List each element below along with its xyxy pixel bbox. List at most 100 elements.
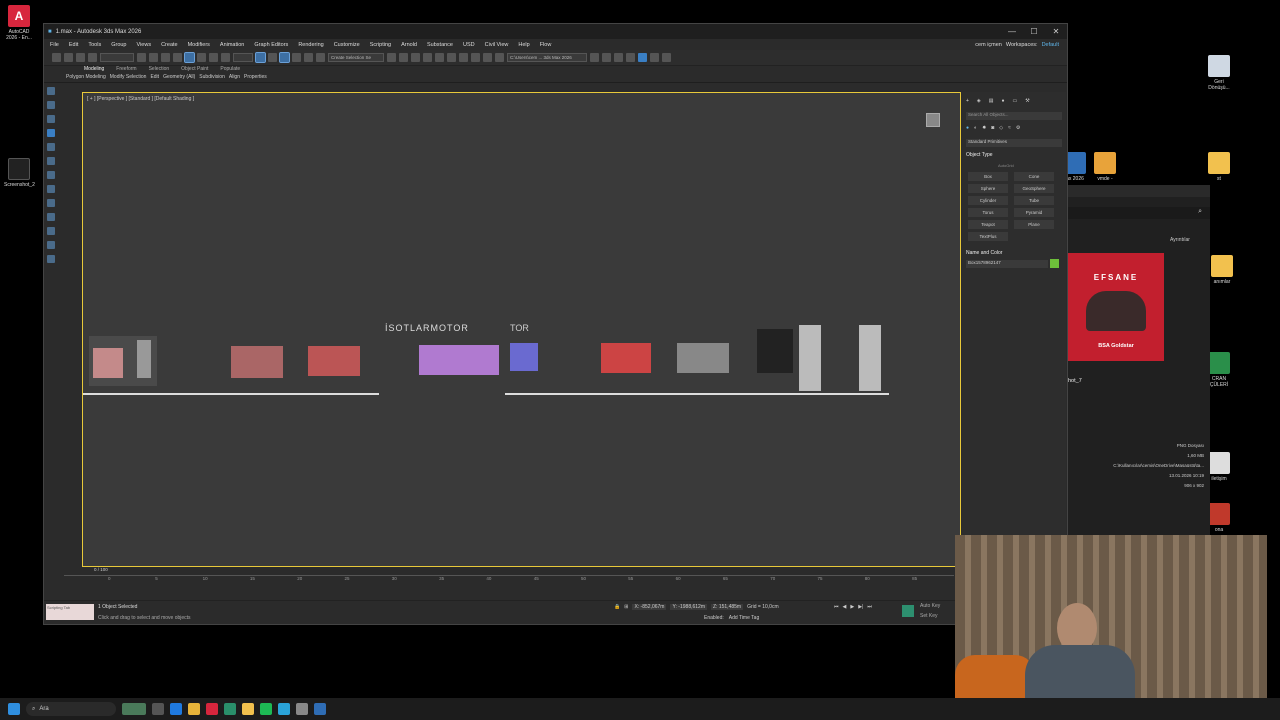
material-editor-icon[interactable]: [459, 53, 468, 62]
scene-explorer-icon[interactable]: [423, 53, 432, 62]
menu-tools[interactable]: Tools: [88, 42, 101, 48]
ribbon-tab-modeling[interactable]: Modeling: [84, 66, 104, 74]
menu-arnold[interactable]: Arnold: [401, 42, 417, 48]
pyramid-button[interactable]: Pyramid: [1014, 208, 1054, 217]
scene-explorer-tool-icon[interactable]: [47, 87, 55, 95]
ribbon-subdivision[interactable]: Subdivision: [199, 74, 225, 82]
recycle-bin-desktop-icon[interactable]: Geri Dönüşü...: [1204, 55, 1234, 91]
geosphere-button[interactable]: GeoSphere: [1014, 184, 1054, 193]
autogrid-checkbox[interactable]: AutoGrid: [998, 163, 1014, 168]
project-path-field[interactable]: C:\Users\cem ... 3ds Max 2026: [507, 53, 587, 62]
ribbon-edit[interactable]: Edit: [150, 74, 159, 82]
schematic-icon[interactable]: [447, 53, 456, 62]
maxscript-mini-listener[interactable]: Scripting Tab: [46, 604, 94, 620]
menu-graph-editors[interactable]: Graph Editors: [254, 42, 288, 48]
cameras-icon[interactable]: ◙: [991, 125, 994, 134]
screenshot-desktop-icon[interactable]: Screenshot_2: [4, 158, 35, 188]
time-slider-label[interactable]: 0 / 100: [94, 567, 108, 572]
object-type-rollout-title[interactable]: Object Type: [966, 152, 993, 158]
vmde-desktop-icon[interactable]: vmde -: [1090, 152, 1120, 182]
plane-button[interactable]: Plane: [1014, 220, 1054, 229]
move-icon[interactable]: [184, 52, 195, 63]
unlink-icon[interactable]: [88, 53, 97, 62]
viewport-layout-icon[interactable]: [638, 53, 647, 62]
settings-icon[interactable]: [626, 53, 635, 62]
align-icon[interactable]: [399, 53, 408, 62]
angle-snap-icon[interactable]: [279, 52, 290, 63]
auto-key-button[interactable]: Auto Key: [920, 603, 940, 609]
rotate-icon[interactable]: [197, 53, 206, 62]
windows-start-icon[interactable]: [8, 703, 20, 715]
project-folder-icon[interactable]: [590, 53, 599, 62]
z-coordinate-field[interactable]: Z: 151,485m: [711, 604, 744, 610]
ribbon-tab-populate[interactable]: Populate: [220, 66, 240, 74]
folder-desktop-icon[interactable]: st: [1204, 152, 1234, 182]
timeline-track[interactable]: 0510152025303540455055606570758085909510…: [64, 575, 1062, 585]
select-by-name-icon[interactable]: [149, 53, 158, 62]
redo-icon[interactable]: [64, 53, 73, 62]
spinner-snap-icon[interactable]: [304, 53, 313, 62]
render-icon[interactable]: [495, 53, 504, 62]
menu-animation[interactable]: Animation: [220, 42, 244, 48]
layers-icon[interactable]: [411, 53, 420, 62]
menu-views[interactable]: Views: [137, 42, 152, 48]
task-view-icon[interactable]: [152, 703, 164, 715]
widgets-icon[interactable]: [122, 703, 146, 715]
pivot-icon[interactable]: [255, 52, 266, 63]
ribbon-tab-object-paint[interactable]: Object Paint: [181, 66, 208, 74]
modify-tab-icon[interactable]: ◈: [977, 98, 981, 107]
viewport-label[interactable]: [ + ] [Perspective ] [Standard ] [Defaul…: [87, 96, 194, 102]
sync-icon[interactable]: [662, 53, 671, 62]
undo-icon[interactable]: [52, 53, 61, 62]
ribbon-tab-selection[interactable]: Selection: [149, 66, 170, 74]
cameras-filter-icon[interactable]: [47, 185, 55, 193]
menu-rendering[interactable]: Rendering: [298, 42, 323, 48]
app-taskbar-icon[interactable]: [296, 703, 308, 715]
workspace-dropdown[interactable]: Default: [1042, 42, 1059, 48]
play-icon[interactable]: ▶: [850, 604, 854, 610]
go-to-start-icon[interactable]: ⏮: [834, 604, 839, 610]
chrome-icon[interactable]: [188, 703, 200, 715]
menu-flow[interactable]: Flow: [540, 42, 552, 48]
maximize-button[interactable]: ☐: [1023, 27, 1045, 36]
place-icon[interactable]: [221, 53, 230, 62]
create-tab-icon[interactable]: +: [966, 98, 969, 107]
name-color-rollout-title[interactable]: Name and Color: [966, 250, 1002, 256]
ribbon-geometry[interactable]: Geometry (All): [163, 74, 195, 82]
select-tool-icon[interactable]: [47, 129, 55, 137]
explorer-search-bar[interactable]: ⌕: [1068, 207, 1210, 219]
menu-customize[interactable]: Customize: [334, 42, 360, 48]
menu-edit[interactable]: Edit: [69, 42, 78, 48]
shapes-filter-icon[interactable]: [47, 157, 55, 165]
set-key-icon[interactable]: [902, 605, 914, 617]
helpers-filter-icon[interactable]: [47, 199, 55, 207]
primitive-type-dropdown[interactable]: Standard Primitives: [966, 139, 1062, 147]
frozen-filter-icon[interactable]: [47, 255, 55, 263]
region-select-icon[interactable]: [161, 53, 170, 62]
cylinder-button[interactable]: Cylinder: [968, 196, 1008, 205]
menu-file[interactable]: File: [50, 42, 59, 48]
link-icon[interactable]: [76, 53, 85, 62]
box-button[interactable]: Box: [968, 172, 1008, 181]
menu-create[interactable]: Create: [161, 42, 178, 48]
mirror-icon[interactable]: [387, 53, 396, 62]
perspective-viewport[interactable]: [ + ] [Perspective ] [Standard ] [Defaul…: [82, 92, 961, 567]
curve-editor-icon[interactable]: [435, 53, 444, 62]
percent-snap-icon[interactable]: [292, 53, 301, 62]
edge-icon[interactable]: [170, 703, 182, 715]
menu-help[interactable]: Help: [518, 42, 529, 48]
lights-filter-icon[interactable]: [47, 171, 55, 179]
filter-icon[interactable]: [47, 101, 55, 109]
autocad-taskbar-icon[interactable]: [206, 703, 218, 715]
ribbon-tab-freeform[interactable]: Freeform: [116, 66, 136, 74]
ribbon-modify-selection[interactable]: Modify Selection: [110, 74, 147, 82]
user-menu[interactable]: cem içmen: [975, 42, 1002, 48]
spacewarps-filter-icon[interactable]: [47, 213, 55, 221]
scale-icon[interactable]: [209, 53, 218, 62]
save-icon[interactable]: [602, 53, 611, 62]
search-objects-field[interactable]: Search All Objects...: [966, 112, 1062, 120]
named-selection-icon[interactable]: [316, 53, 325, 62]
named-selection-set-dropdown[interactable]: Create Selection Se: [328, 53, 384, 62]
spacewarps-icon[interactable]: ≈: [1008, 125, 1011, 134]
viewcube-icon[interactable]: [926, 113, 940, 127]
